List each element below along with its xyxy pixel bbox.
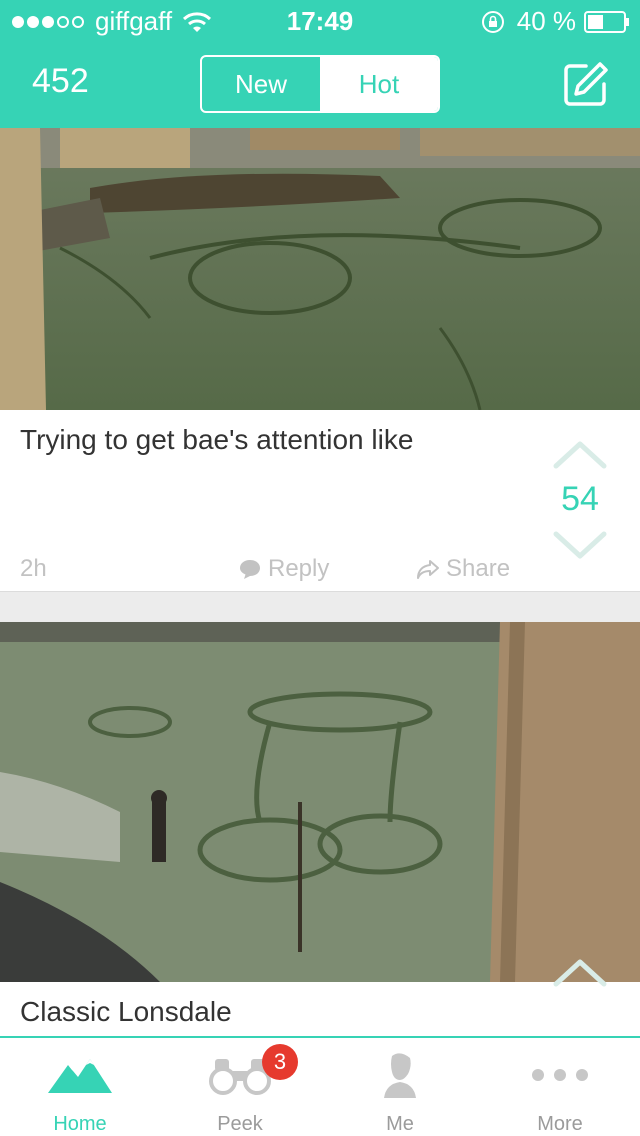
compose-icon[interactable] — [562, 60, 610, 108]
feed-sort-toggle: New Hot — [200, 55, 440, 113]
app-header: 452 New Hot — [0, 40, 640, 128]
status-bar: giffgaff 17:49 40 % — [0, 0, 640, 40]
vote-score: 54 — [561, 480, 599, 518]
ellipsis-icon — [530, 1050, 590, 1099]
speech-bubble-icon — [240, 560, 260, 579]
upvote-chevron-icon[interactable] — [552, 954, 608, 988]
karma-score: 452 — [32, 62, 89, 100]
rotation-lock-icon — [481, 10, 504, 33]
tab-peek-label: Peek — [217, 1113, 263, 1135]
person-icon — [380, 1050, 420, 1099]
post-card[interactable]: Classic Lonsdale — [0, 959, 640, 1042]
post-text: Trying to get bae's attention like — [20, 424, 414, 455]
mountain-icon — [46, 1050, 114, 1099]
downvote-chevron-icon[interactable] — [552, 530, 608, 562]
tab-peek[interactable]: Peek — [160, 1038, 320, 1136]
battery-percent: 40 % — [516, 6, 576, 36]
status-right: 40 % — [481, 6, 630, 37]
tab-hot[interactable]: Hot — [320, 57, 438, 111]
tab-me[interactable]: Me — [320, 1038, 480, 1136]
post-card[interactable]: Trying to get bae's attention like 2h Re… — [0, 410, 640, 592]
battery-icon — [584, 10, 629, 33]
post-image[interactable] — [0, 128, 640, 410]
upvote-chevron-icon[interactable] — [552, 438, 608, 470]
tab-new[interactable]: New — [202, 57, 320, 111]
share-arrow-icon — [417, 560, 439, 579]
reply-label: Reply — [268, 555, 330, 582]
post-time: 2h — [20, 555, 47, 582]
tab-me-label: Me — [386, 1113, 414, 1135]
share-button[interactable]: Share — [416, 555, 510, 583]
post-image[interactable] — [0, 622, 640, 982]
post-text: Classic Lonsdale — [20, 996, 232, 1027]
share-label: Share — [446, 555, 511, 582]
tab-bar: Home Peek Me More — [0, 1036, 640, 1136]
tab-home-label: Home — [53, 1113, 107, 1135]
tab-more-label: More — [537, 1113, 583, 1135]
reply-button[interactable]: Reply — [238, 555, 329, 583]
tab-more[interactable]: More — [480, 1038, 640, 1136]
peek-notification-badge: 3 — [262, 1044, 298, 1080]
tab-home[interactable]: Home — [0, 1038, 160, 1136]
